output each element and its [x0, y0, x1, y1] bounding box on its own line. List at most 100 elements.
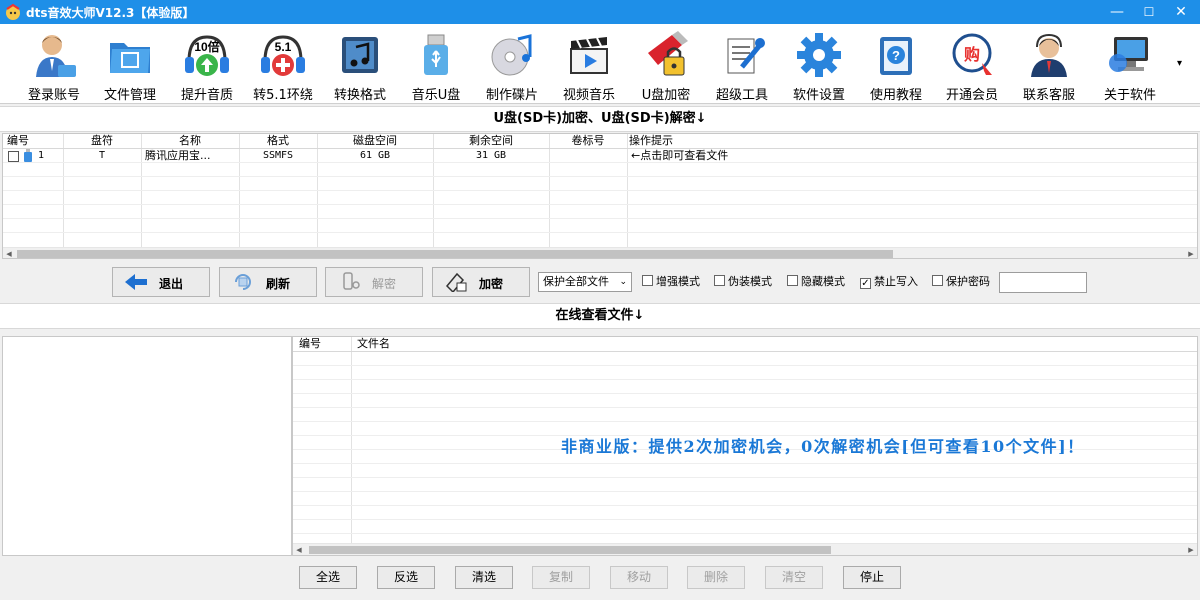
- toolbar-more-icon[interactable]: ▾: [1177, 58, 1182, 69]
- password-protect-checkbox[interactable]: 保护密码: [932, 275, 990, 289]
- toolbar-tutorial-button[interactable]: ? 使用教程: [858, 28, 934, 104]
- app-logo-icon: [6, 3, 20, 20]
- toolbar-label: 视频音乐: [562, 88, 615, 103]
- svg-text:?: ?: [892, 48, 900, 63]
- toolbar-label: 联系客服: [1022, 88, 1075, 103]
- write-protect-checkbox[interactable]: ✓ 禁止写入: [860, 275, 918, 289]
- toolbar-super-tools-button[interactable]: 超级工具: [704, 28, 780, 104]
- move-button[interactable]: 移动: [610, 566, 668, 589]
- row-divider: [293, 407, 1197, 408]
- refresh-button[interactable]: 刷新: [219, 267, 317, 297]
- row-divider: [293, 505, 1197, 506]
- toolbar-label: 转换格式: [333, 88, 386, 103]
- row-divider: [3, 162, 1197, 163]
- toolbar-video-music-button[interactable]: 视频音乐: [551, 28, 627, 104]
- toolbar-surround-button[interactable]: 5.1 转5.1环绕: [245, 28, 321, 104]
- row-divider: [3, 218, 1197, 219]
- headphone-51-icon: 5.1: [261, 35, 305, 76]
- toolbar-about-button[interactable]: 关于软件 ▾: [1092, 28, 1182, 104]
- file-list-scrollbar[interactable]: ◀ ▶: [293, 543, 1197, 555]
- usb-lock-icon: [648, 31, 688, 76]
- enhanced-mode-checkbox[interactable]: 增强模式: [642, 275, 700, 289]
- close-button[interactable]: ✕: [1166, 0, 1196, 24]
- column-header[interactable]: 磁盘空间: [317, 134, 433, 148]
- toolbar-music-usb-button[interactable]: 音乐U盘: [398, 28, 474, 104]
- column-divider: [351, 337, 352, 543]
- empty-button[interactable]: 清空: [765, 566, 823, 589]
- cell-number: 1: [38, 150, 45, 161]
- column-header[interactable]: 格式: [239, 134, 317, 148]
- disguise-mode-checkbox[interactable]: 伪装模式: [714, 275, 772, 289]
- folder-tree-pane[interactable]: [2, 336, 292, 556]
- help-book-icon: ?: [880, 37, 912, 75]
- delete-button[interactable]: 删除: [687, 566, 745, 589]
- encrypt-button[interactable]: 加密: [432, 267, 530, 297]
- exit-button[interactable]: 退出: [112, 267, 210, 297]
- row-divider: [293, 365, 1197, 366]
- cell-hint[interactable]: ←点击即可查看文件: [631, 149, 728, 162]
- protect-mode-select[interactable]: 保护全部文件 ⌄: [538, 272, 632, 292]
- clear-selection-button[interactable]: 清选: [455, 566, 513, 589]
- stop-button[interactable]: 停止: [843, 566, 901, 589]
- scroll-right-icon[interactable]: ▶: [1185, 248, 1197, 258]
- row-divider: [293, 477, 1197, 478]
- row-divider: [3, 204, 1197, 205]
- minimize-button[interactable]: —: [1102, 0, 1132, 24]
- toolbar-file-manage-button[interactable]: 文件管理: [92, 28, 168, 104]
- column-header[interactable]: 名称: [141, 134, 239, 148]
- drive-table-scrollbar[interactable]: ◀ ▶: [3, 247, 1197, 258]
- toolbar-make-disc-button[interactable]: 制作碟片: [474, 28, 550, 104]
- column-header[interactable]: 编号: [299, 337, 329, 351]
- toolbar-label: 制作碟片: [485, 88, 538, 103]
- column-header[interactable]: 盘符: [63, 134, 141, 148]
- main-toolbar: 登录账号 文件管理 10倍 提升音质 5.1 转5.1环绕 转换格式 音乐U盘 …: [0, 24, 1200, 104]
- password-input[interactable]: [999, 272, 1087, 293]
- chevron-down-icon: ⌄: [619, 277, 627, 287]
- toolbar-vip-button[interactable]: 购 开通会员: [934, 28, 1010, 104]
- hidden-mode-checkbox[interactable]: 隐藏模式: [787, 275, 845, 289]
- maximize-button[interactable]: ☐: [1134, 0, 1164, 24]
- scroll-left-icon[interactable]: ◀: [3, 248, 15, 258]
- toolbar-support-button[interactable]: 联系客服: [1011, 28, 1087, 104]
- row-divider: [3, 176, 1197, 177]
- cell-format: SSMFS: [262, 150, 294, 161]
- row-checkbox[interactable]: [8, 151, 19, 162]
- refresh-icon: [235, 274, 251, 290]
- column-header[interactable]: 操作提示: [629, 134, 689, 148]
- row-divider: [293, 533, 1197, 534]
- column-header[interactable]: 卷标号: [549, 134, 627, 148]
- row-divider: [293, 519, 1197, 520]
- toolbar-label: 开通会员: [945, 88, 998, 103]
- toolbar-convert-format-button[interactable]: 转换格式: [322, 28, 398, 104]
- video-clapper-icon: [570, 37, 608, 74]
- row-divider: [293, 351, 1197, 352]
- copy-button[interactable]: 复制: [532, 566, 590, 589]
- files-section-header: 在线查看文件↓: [0, 303, 1200, 329]
- column-divider: [549, 134, 550, 248]
- scroll-left-icon[interactable]: ◀: [293, 544, 305, 555]
- toolbar-label: U盘加密: [641, 88, 691, 103]
- cell-name: 腾讯应用宝...: [145, 149, 211, 162]
- decrypt-button[interactable]: 解密: [325, 267, 423, 297]
- scrollbar-thumb[interactable]: [309, 546, 831, 554]
- column-divider: [141, 134, 142, 248]
- row-divider: [3, 232, 1197, 233]
- bottom-action-bar: 全选 反选 清选 复制 移动 删除 清空 停止: [0, 560, 1200, 600]
- scroll-right-icon[interactable]: ▶: [1185, 544, 1197, 555]
- invert-selection-button[interactable]: 反选: [377, 566, 435, 589]
- lock-usb-icon: [445, 272, 467, 292]
- window-title: dts音效大师V12.3【体验版】: [26, 6, 195, 20]
- column-header[interactable]: 剩余空间: [433, 134, 549, 148]
- music-convert-icon: [342, 37, 378, 73]
- toolbar-settings-button[interactable]: 软件设置: [781, 28, 857, 104]
- column-header[interactable]: 编号: [7, 134, 37, 148]
- usb-drive-icon: [424, 34, 448, 75]
- scrollbar-thumb[interactable]: [17, 250, 893, 258]
- toolbar-login-button[interactable]: 登录账号: [16, 28, 92, 104]
- customer-service-icon: [1031, 33, 1067, 77]
- column-header[interactable]: 文件名: [357, 337, 417, 351]
- unlock-usb-icon: [343, 272, 360, 290]
- select-all-button[interactable]: 全选: [299, 566, 357, 589]
- toolbar-usb-encrypt-button[interactable]: U盘加密: [628, 28, 704, 104]
- toolbar-improve-quality-button[interactable]: 10倍 提升音质: [169, 28, 245, 104]
